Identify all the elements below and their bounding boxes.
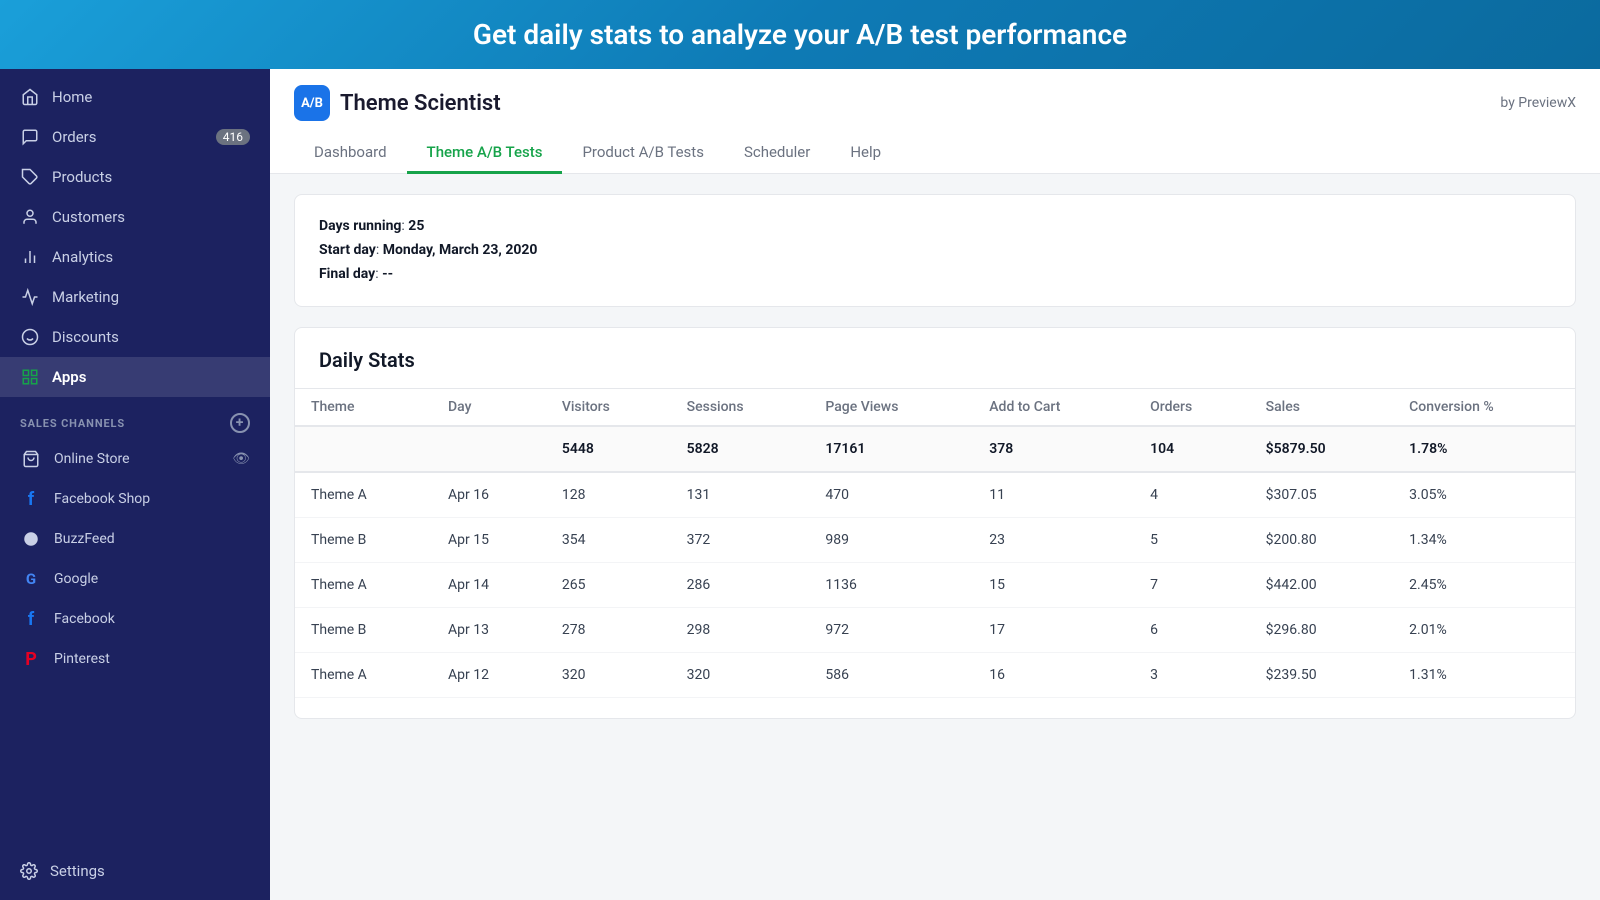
sidebar-item-apps[interactable]: Apps	[0, 357, 270, 397]
table-row: Theme A Apr 14 265 286 1136 15 7 $442.00…	[295, 563, 1575, 608]
sidebar-label-customers: Customers	[52, 208, 125, 226]
tab-help[interactable]: Help	[830, 133, 901, 174]
table-row: Theme B Apr 13 278 298 972 17 6 $296.80 …	[295, 608, 1575, 653]
top-banner: Get daily stats to analyze your A/B test…	[0, 0, 1600, 69]
channel-label-facebook-shop: Facebook Shop	[54, 491, 150, 507]
total-conversion: 1.78%	[1393, 426, 1575, 472]
channel-label-online-store: Online Store	[54, 451, 130, 467]
sidebar-label-home: Home	[52, 88, 92, 106]
channel-label-pinterest: Pinterest	[54, 651, 110, 667]
final-day: Final day: --	[319, 263, 1551, 287]
orders-icon	[20, 127, 40, 147]
sidebar-channel-facebook-shop[interactable]: f Facebook Shop	[0, 479, 270, 519]
sidebar: Home Orders 416 Products Customers Ana	[0, 69, 270, 900]
banner-text: Get daily stats to analyze your A/B test…	[473, 18, 1127, 51]
total-add-to-cart: 378	[973, 426, 1134, 472]
total-page-views: 17161	[809, 426, 973, 472]
sidebar-item-customers[interactable]: Customers	[0, 197, 270, 237]
start-day: Start day: Monday, March 23, 2020	[319, 239, 1551, 263]
eye-icon[interactable]: 👁	[232, 451, 250, 467]
marketing-icon	[20, 287, 40, 307]
channel-label-buzzfeed: BuzzFeed	[54, 531, 115, 547]
facebook-shop-icon: f	[20, 488, 42, 510]
sidebar-label-marketing: Marketing	[52, 288, 119, 306]
app-tabs: Dashboard Theme A/B Tests Product A/B Te…	[294, 133, 1576, 173]
col-day: Day	[432, 389, 546, 427]
app-title: Theme Scientist	[340, 91, 501, 116]
daily-stats-card: Daily Stats Theme Day Visitors Sessions …	[294, 327, 1576, 719]
stats-table: Theme Day Visitors Sessions Page Views A…	[295, 388, 1575, 698]
sidebar-item-marketing[interactable]: Marketing	[0, 277, 270, 317]
table-row: Theme B Apr 15 354 372 989 23 5 $200.80 …	[295, 518, 1575, 563]
settings-icon	[20, 862, 38, 880]
facebook-icon: f	[20, 608, 42, 630]
app-header: A/B Theme Scientist by PreviewX Dashboar…	[270, 69, 1600, 174]
sidebar-channel-google[interactable]: G Google	[0, 559, 270, 599]
sidebar-channel-buzzfeed[interactable]: BuzzFeed	[0, 519, 270, 559]
col-sessions: Sessions	[671, 389, 810, 427]
google-icon: G	[20, 568, 42, 590]
col-visitors: Visitors	[546, 389, 671, 427]
sidebar-item-orders[interactable]: Orders 416	[0, 117, 270, 157]
tab-scheduler[interactable]: Scheduler	[724, 133, 830, 174]
online-store-icon	[20, 448, 42, 470]
sidebar-label-orders: Orders	[52, 128, 97, 146]
sidebar-label-discounts: Discounts	[52, 328, 119, 346]
app-header-top: A/B Theme Scientist by PreviewX	[294, 85, 1576, 121]
col-orders: Orders	[1134, 389, 1250, 427]
sidebar-label-products: Products	[52, 168, 112, 186]
table-row: Theme A Apr 12 320 320 586 16 3 $239.50 …	[295, 653, 1575, 698]
total-orders: 104	[1134, 426, 1250, 472]
discounts-icon	[20, 327, 40, 347]
col-page-views: Page Views	[809, 389, 973, 427]
daily-stats-title: Daily Stats	[295, 348, 1575, 388]
sidebar-channel-online-store[interactable]: Online Store 👁	[0, 439, 270, 479]
days-running: Days running: 25	[319, 215, 1551, 239]
sales-channels-label: SALES CHANNELS +	[0, 397, 270, 439]
table-row: Theme A Apr 16 128 131 470 11 4 $307.05 …	[295, 472, 1575, 518]
sidebar-channel-facebook[interactable]: f Facebook	[0, 599, 270, 639]
tab-theme-ab[interactable]: Theme A/B Tests	[407, 133, 563, 174]
col-conversion: Conversion %	[1393, 389, 1575, 427]
sidebar-item-products[interactable]: Products	[0, 157, 270, 197]
sidebar-item-home[interactable]: Home	[0, 77, 270, 117]
col-sales: Sales	[1250, 389, 1394, 427]
col-add-to-cart: Add to Cart	[973, 389, 1134, 427]
products-icon	[20, 167, 40, 187]
settings-label: Settings	[50, 862, 105, 880]
tab-dashboard[interactable]: Dashboard	[294, 133, 407, 174]
buzzfeed-icon	[20, 528, 42, 550]
channel-label-facebook: Facebook	[54, 611, 115, 627]
home-icon	[20, 87, 40, 107]
pinterest-icon: P	[20, 648, 42, 670]
sidebar-item-analytics[interactable]: Analytics	[0, 237, 270, 277]
sidebar-channel-pinterest[interactable]: P Pinterest	[0, 639, 270, 679]
col-theme: Theme	[295, 389, 432, 427]
analytics-icon	[20, 247, 40, 267]
app-logo: A/B	[294, 85, 330, 121]
total-sessions: 5828	[671, 426, 810, 472]
total-visitors: 5448	[546, 426, 671, 472]
totals-row: 5448 5828 17161 378 104 $5879.50 1.78%	[295, 426, 1575, 472]
content-area: A/B Theme Scientist by PreviewX Dashboar…	[270, 69, 1600, 900]
sidebar-label-analytics: Analytics	[52, 248, 113, 266]
orders-badge: 416	[216, 129, 250, 145]
tab-product-ab[interactable]: Product A/B Tests	[562, 133, 723, 174]
total-sales: $5879.50	[1250, 426, 1394, 472]
sidebar-item-discounts[interactable]: Discounts	[0, 317, 270, 357]
settings-item[interactable]: Settings	[0, 850, 270, 892]
channel-label-google: Google	[54, 571, 98, 587]
test-info-card: Days running: 25 Start day: Monday, Marc…	[294, 194, 1576, 307]
customers-icon	[20, 207, 40, 227]
main-content: Days running: 25 Start day: Monday, Marc…	[270, 174, 1600, 900]
app-by: by PreviewX	[1500, 95, 1576, 111]
sidebar-label-apps: Apps	[52, 368, 86, 386]
apps-icon	[20, 367, 40, 387]
add-channel-button[interactable]: +	[230, 413, 250, 433]
